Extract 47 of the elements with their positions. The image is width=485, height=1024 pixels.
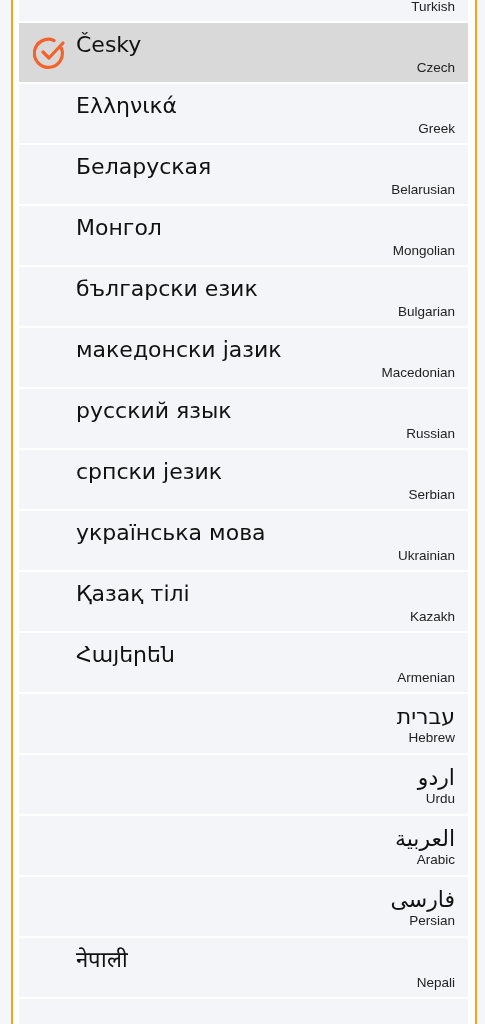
language-english-name: Bulgarian (397, 303, 455, 320)
language-option[interactable]: Монгол Mongolian (19, 206, 468, 265)
language-native-name: Монгол (76, 214, 162, 242)
language-english-name: Ukrainian (397, 547, 455, 564)
language-english-name: Belarusian (391, 181, 455, 198)
language-english-name: Urdu (425, 790, 455, 807)
language-option[interactable]: српски језик Serbian (19, 450, 468, 509)
language-english-name: Turkish (411, 0, 455, 15)
language-native-name: Česky (76, 31, 142, 59)
language-option[interactable]: Česky Czech (19, 23, 468, 82)
language-english-name: Hebrew (408, 729, 455, 746)
language-native-name: Қазақ тілі (76, 580, 190, 608)
language-english-name: Armenian (397, 669, 455, 686)
language-english-name: Nepali (416, 974, 455, 991)
language-english-name: Mongolian (392, 242, 455, 259)
language-option[interactable]: Ελληνικά Greek (19, 84, 468, 143)
language-english-name: Persian (409, 912, 455, 929)
language-option[interactable]: русский язык Russian (19, 389, 468, 448)
language-option[interactable]: नेपाली Nepali (19, 938, 468, 997)
language-option[interactable]: Қазақ тілі Kazakh (19, 572, 468, 631)
language-native-name: Ελληνικά (76, 92, 178, 120)
language-native-name: עברית (396, 703, 455, 731)
language-native-name: українська мова (76, 519, 266, 547)
language-native-name: Беларуская (76, 153, 212, 181)
language-english-name: Macedonian (381, 364, 455, 381)
language-english-name: Greek (418, 120, 455, 137)
language-option[interactable]: Turkish (19, 0, 468, 21)
check-circle-icon (33, 36, 67, 70)
language-english-name: Kazakh (409, 608, 455, 625)
language-english-name: Russian (406, 425, 455, 442)
language-english-name: Arabic (416, 851, 455, 868)
language-native-name: Հայերեն (76, 641, 175, 669)
language-option[interactable]: Հայերեն Armenian (19, 633, 468, 692)
language-native-name: македонски јазик (76, 336, 282, 364)
language-english-name: Serbian (408, 486, 455, 503)
language-native-name: اردو (417, 764, 455, 792)
language-option[interactable]: українська мова Ukrainian (19, 511, 468, 570)
language-native-name: русский язык (76, 397, 232, 425)
language-option[interactable]: македонски јазик Macedonian (19, 328, 468, 387)
language-native-name: српски језик (76, 458, 223, 486)
language-option[interactable]: Беларуская Belarusian (19, 145, 468, 204)
language-native-name: नेपाली (76, 946, 128, 974)
language-option[interactable]: български език Bulgarian (19, 267, 468, 326)
language-english-name: Czech (416, 59, 455, 76)
language-native-name: العربية (394, 825, 455, 853)
language-native-name: български език (76, 275, 258, 303)
language-native-name: فارسی (390, 886, 455, 914)
